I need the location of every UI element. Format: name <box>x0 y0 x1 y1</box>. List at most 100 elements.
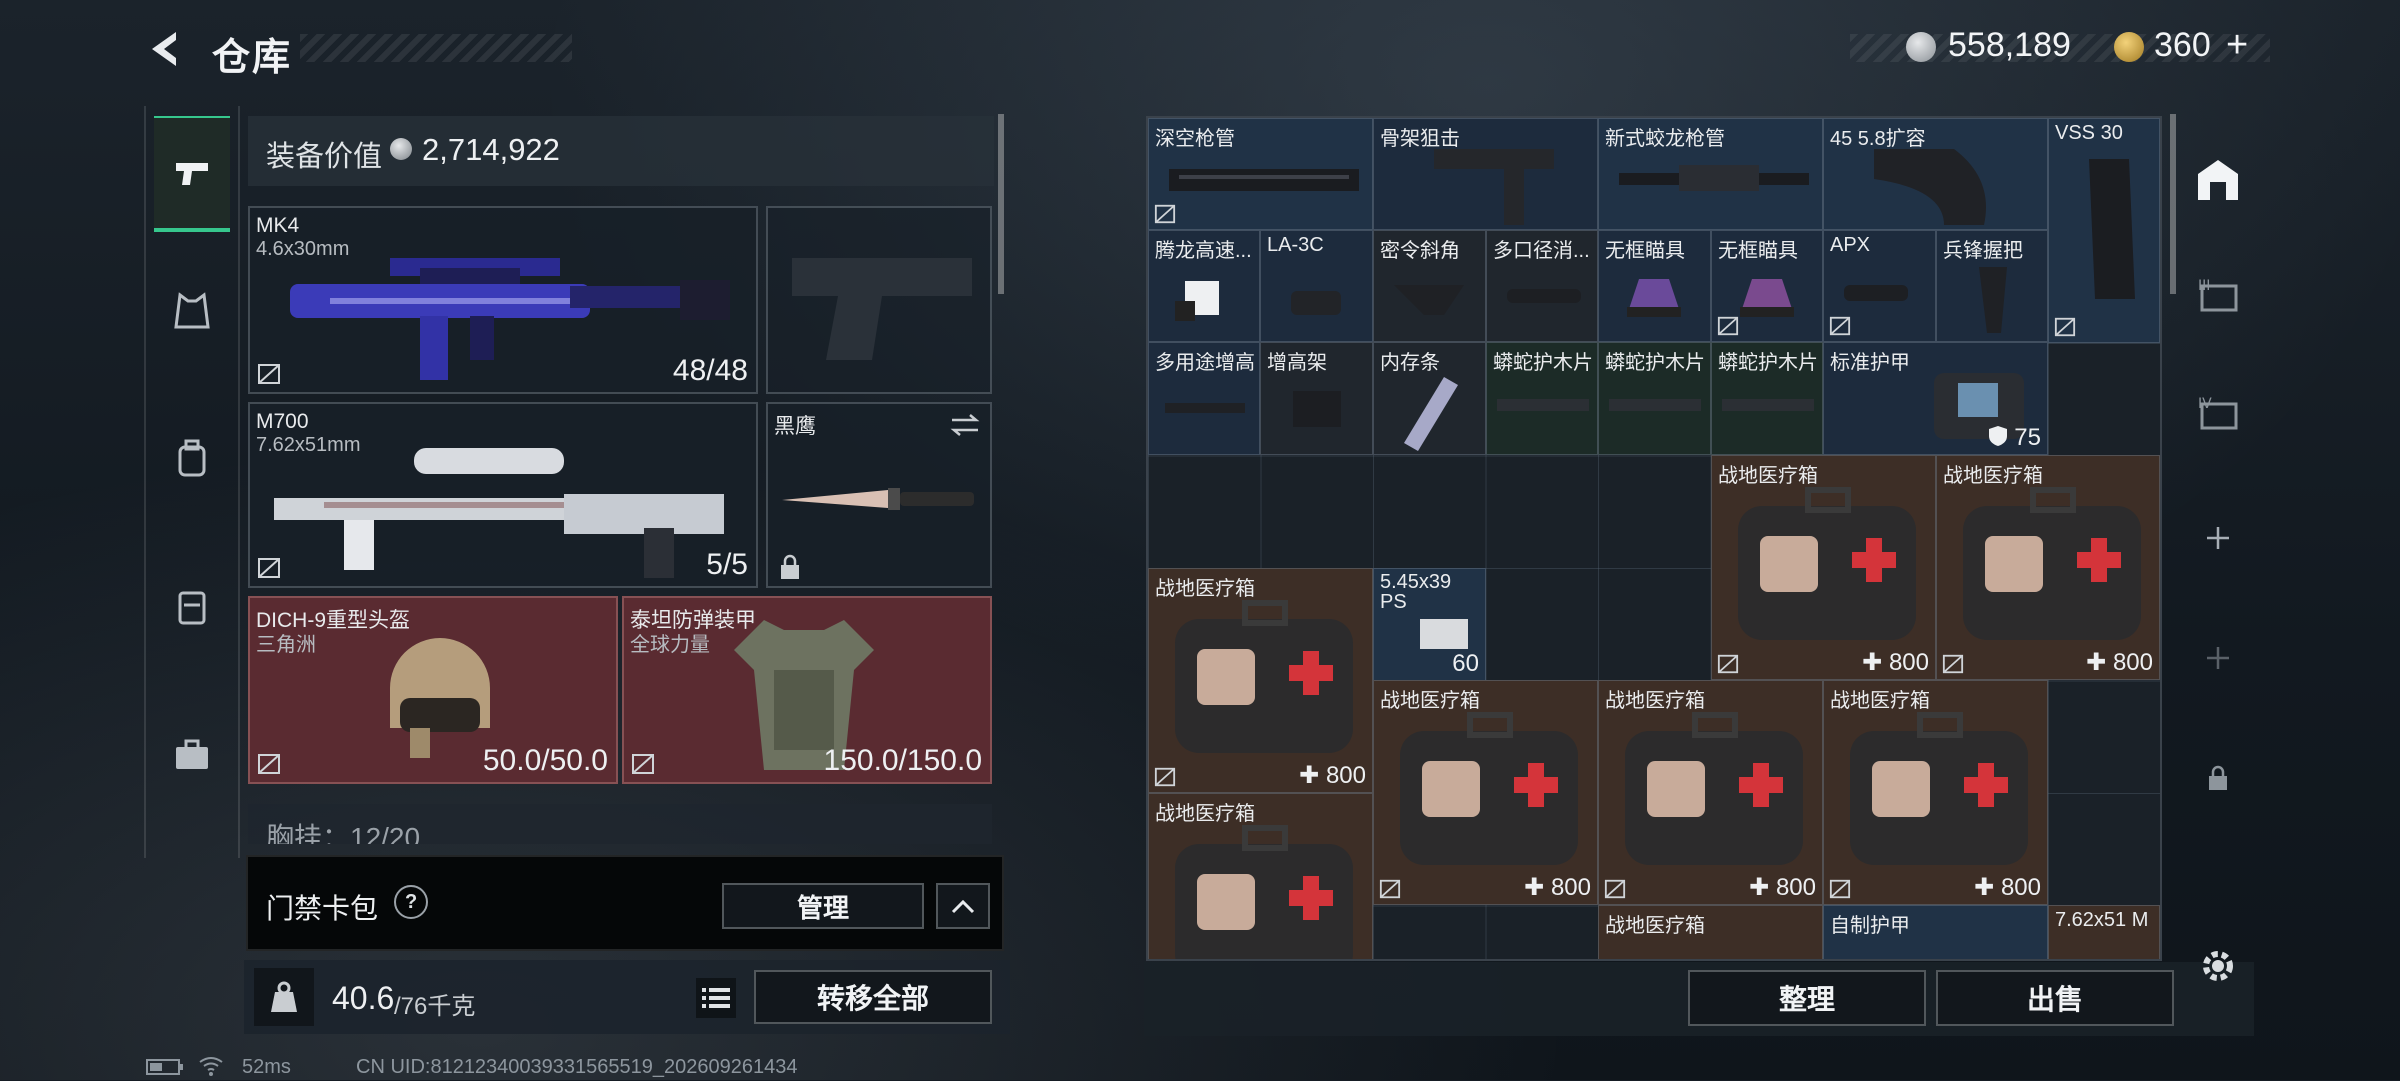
item-name: 标准护甲 <box>1830 352 1910 374</box>
item-cell[interactable]: 战地医疗箱 ✚ 800 <box>1711 455 1936 680</box>
item-name: 密令斜角 <box>1380 240 1460 262</box>
settings-button[interactable] <box>2184 936 2252 996</box>
item-cell[interactable]: 45 5.8扩容 <box>1823 118 2048 230</box>
premium-currency-display <box>2114 32 2144 62</box>
tab-storage-3[interactable]: III <box>2184 256 2252 336</box>
swap-icon[interactable] <box>948 412 982 438</box>
ammo-count: 5/5 <box>706 548 748 581</box>
item-cell[interactable]: 新式蛟龙枪管 <box>1598 118 1823 230</box>
item-cell[interactable]: 蟒蛇护木片 <box>1598 342 1711 455</box>
item-name: 无框瞄具 <box>1718 240 1798 262</box>
chest-rig-row[interactable]: 胸挂：12/20 <box>248 804 992 844</box>
tab-backpack[interactable] <box>154 404 230 514</box>
primary-weapon-slot[interactable]: MK4 4.6x30mm 48/48 <box>248 206 758 394</box>
weight-current: 40.6 <box>332 980 395 1016</box>
battery-icon <box>146 1058 186 1081</box>
item-name: 7.62x51 M <box>2055 909 2149 931</box>
durability: ✚ 800 <box>1862 649 1929 676</box>
item-cell[interactable]: 骨架狙击 <box>1373 118 1598 230</box>
item-name: 自制护甲 <box>1830 915 1910 937</box>
durability: ✚ 800 <box>1749 874 1816 901</box>
item-name: 战地医疗箱 <box>1943 465 2043 487</box>
insured-icon <box>1154 767 1176 787</box>
pistol-slot-empty[interactable] <box>766 206 992 394</box>
add-storage-button-disabled[interactable] <box>2184 618 2252 698</box>
item-name: 兵锋握把 <box>1943 240 2023 262</box>
sell-button[interactable]: 出售 <box>1936 970 2174 1026</box>
category-tabs <box>144 106 240 858</box>
list-view-button[interactable] <box>696 978 736 1018</box>
secondary-weapon-slot[interactable]: M700 7.62x51mm 5/5 <box>248 402 758 588</box>
item-cell[interactable]: 无框瞄具 <box>1598 230 1711 342</box>
item-cell[interactable]: VSS 30 <box>2048 118 2160 343</box>
item-cell[interactable]: 战地医疗箱 ✚ 800 <box>1598 680 1823 905</box>
item-cell[interactable]: 多口径消... <box>1486 230 1598 342</box>
item-cell[interactable]: 战地医疗箱 ✚ 800 <box>1823 680 2048 905</box>
item-cell[interactable]: 内存条 <box>1373 342 1486 455</box>
locked-storage-slot[interactable] <box>2184 738 2252 818</box>
item-cell[interactable]: 5.45x39 PS 60 <box>1373 568 1486 681</box>
shield-icon <box>1988 426 2007 446</box>
knife-image <box>782 488 974 510</box>
item-cell[interactable]: 深空枪管 <box>1148 118 1373 230</box>
weight-capacity: /76千克 <box>394 993 476 1020</box>
item-cell[interactable]: 增高架 <box>1260 342 1373 455</box>
back-button[interactable] <box>142 26 188 72</box>
tab-weapons[interactable] <box>154 116 230 232</box>
keycard-label: 门禁卡包 <box>266 893 379 924</box>
tab-case[interactable] <box>154 700 230 810</box>
item-cell[interactable]: 蟒蛇护木片 <box>1711 342 1823 455</box>
add-storage-button[interactable] <box>2184 498 2252 578</box>
handguard-panel-image <box>1722 399 1814 411</box>
item-cell[interactable]: APX <box>1823 230 1936 342</box>
ram-image <box>1404 377 1458 451</box>
wifi-icon <box>198 1056 224 1081</box>
collapse-button[interactable] <box>936 883 990 929</box>
item-cell[interactable]: 自制护甲 <box>1823 905 2048 959</box>
item-cell[interactable]: 多用途增高 <box>1148 342 1260 455</box>
item-name: VSS 30 <box>2055 122 2123 144</box>
body-armor-slot[interactable]: 泰坦防弹装甲 全球力量 150.0/150.0 <box>622 596 992 784</box>
item-cell[interactable]: 无框瞄具 <box>1711 230 1823 342</box>
grip-image <box>1394 285 1464 315</box>
storage-scrollbar[interactable] <box>2170 114 2176 294</box>
sort-button[interactable]: 整理 <box>1688 970 1926 1026</box>
equipment-scrollbar[interactable] <box>998 114 1004 294</box>
item-cell[interactable]: 战地医疗箱 ✚ 800 <box>1373 680 1598 905</box>
manage-button[interactable]: 管理 <box>722 883 924 929</box>
handguard-panel-image <box>1497 399 1589 411</box>
item-cell[interactable]: 蟒蛇护木片 <box>1486 342 1598 455</box>
item-cell[interactable]: 战地医疗箱 <box>1598 905 1823 959</box>
item-cell[interactable]: 战地医疗箱 ✚ 800 <box>1148 568 1373 793</box>
insured-icon <box>1717 316 1739 336</box>
item-cell[interactable]: 兵锋握把 <box>1936 230 2048 342</box>
laser-image <box>1291 291 1341 315</box>
help-icon[interactable]: ? <box>386 877 436 927</box>
tab-storage-4[interactable]: IV <box>2184 374 2252 454</box>
item-cell[interactable]: 战地医疗箱 <box>1148 793 1373 959</box>
item-cell[interactable]: 战地医疗箱 ✚ 800 <box>1936 455 2160 680</box>
barrel-image <box>1169 169 1359 191</box>
insured-icon <box>256 362 282 386</box>
item-cell[interactable]: 7.62x51 M <box>2048 905 2160 959</box>
helmet-slot[interactable]: DICH-9重型头盔 三角洲 50.0/50.0 <box>248 596 618 784</box>
medkit-image <box>1175 600 1353 753</box>
item-cell[interactable]: LA-3C <box>1260 230 1373 342</box>
tab-rig[interactable] <box>154 552 230 662</box>
magazine-image <box>2089 159 2135 299</box>
add-currency-button[interactable]: + <box>2226 24 2248 67</box>
item-cell[interactable]: 密令斜角 <box>1373 230 1486 342</box>
keycard-bar: 门禁卡包 ? 管理 <box>246 855 1004 951</box>
tab-storage-main[interactable] <box>2184 140 2252 220</box>
item-name: 蟒蛇护木片 <box>1493 352 1593 374</box>
item-cell[interactable]: 腾龙高速... <box>1148 230 1260 342</box>
melee-slot[interactable]: 黑鹰 <box>766 402 992 588</box>
insured-icon <box>1829 879 1851 899</box>
item-name: 腾龙高速... <box>1155 240 1252 262</box>
item-cell[interactable]: 标准护甲 75 <box>1823 342 2048 455</box>
svg-text:IV: IV <box>2198 396 2212 412</box>
tab-armor[interactable] <box>154 256 230 366</box>
storage-action-bar: 整理 出售 <box>1144 962 2254 1036</box>
currency-coin-display <box>1906 32 1936 62</box>
transfer-all-button[interactable]: 转移全部 <box>754 970 992 1024</box>
